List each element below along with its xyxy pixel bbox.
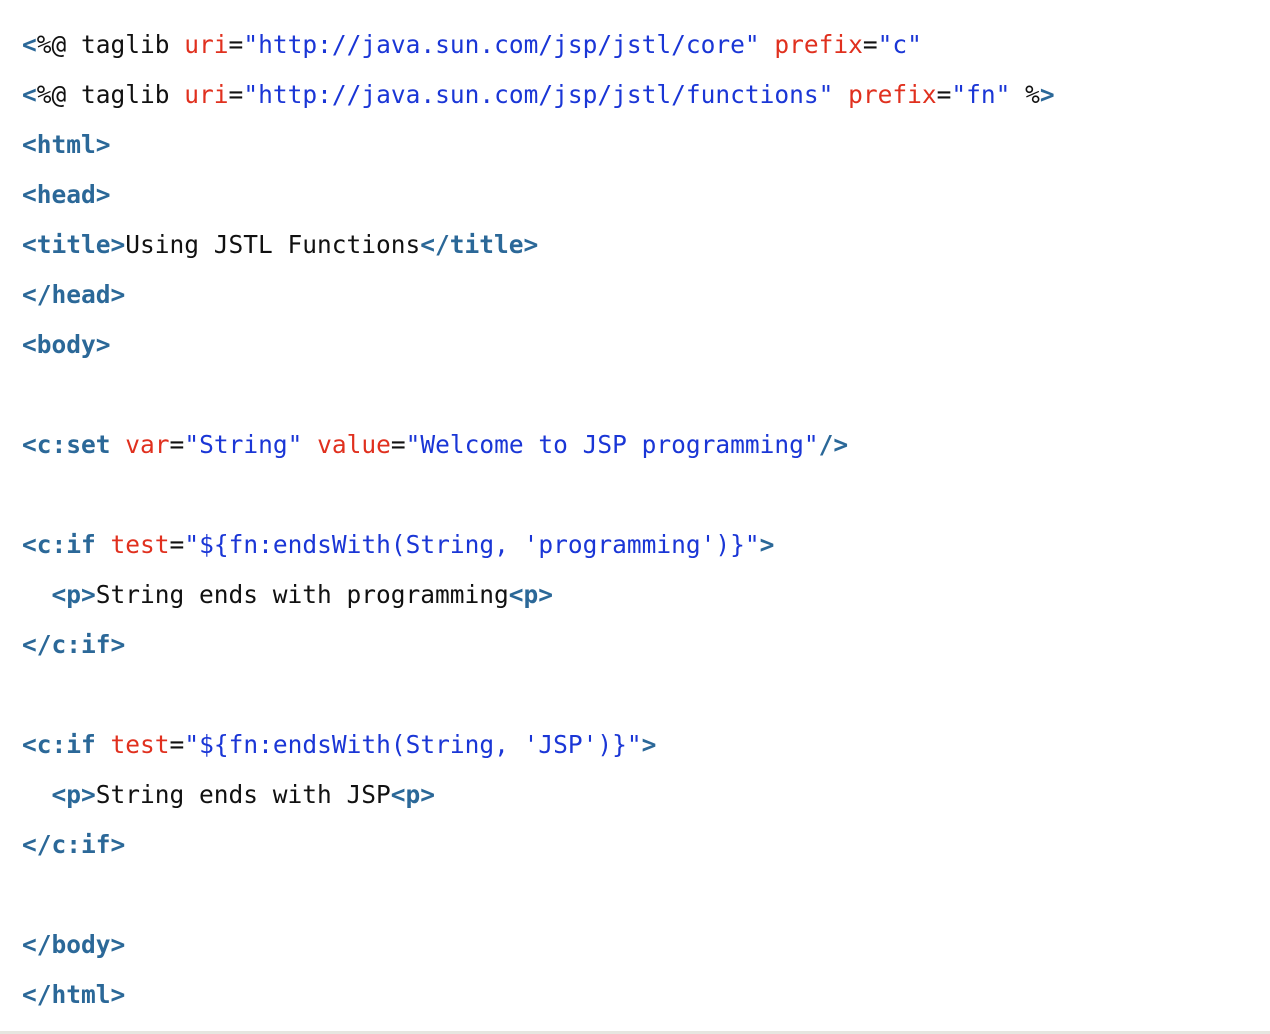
code-line: <html> [22,120,1055,170]
code-text-token: String ends with JSP [95,780,391,809]
code-text-token: = [169,430,185,459]
code-text-token: = [169,730,185,759]
code-text-token: Using JSTL Functions [125,230,421,259]
code-line: <c:if test="${fn:endsWith(String, 'progr… [22,520,1055,570]
code-line: </body> [22,920,1055,970]
code-line: </html> [22,970,1055,1020]
code-text-token: String ends with programming [95,580,509,609]
code-string-token: "String" [184,430,303,459]
code-line: <%@ taglib uri="http://java.sun.com/jsp/… [22,20,1055,70]
code-string-token: "fn" [951,80,1011,109]
code-attribute-token: var [125,430,170,459]
code-line: <%@ taglib uri="http://java.sun.com/jsp/… [22,70,1055,120]
code-tag-token: < [22,80,37,109]
code-tag-token: </head> [22,280,126,309]
code-tag-token: <c:set [22,430,111,459]
code-tag-token: > [759,530,775,559]
code-string-token: "${fn:endsWith(String, 'programming')}" [184,530,760,559]
code-attribute-token: uri [184,30,229,59]
code-attribute-token: uri [184,80,229,109]
code-attribute-token: test [110,730,170,759]
code-line: </c:if> [22,620,1055,670]
code-tag-token: <p> [390,780,436,809]
code-text-token: = [936,80,952,109]
code-text-token: = [228,30,244,59]
code-tag-token: <p> [51,780,96,809]
code-tag-token: <p> [508,580,554,609]
code-text-token: = [390,430,406,459]
code-line: <c:if test="${fn:endsWith(String, 'JSP')… [22,720,1055,770]
code-line: <p>String ends with JSP<p> [22,770,1055,820]
code-string-token: "http://java.sun.com/jsp/jstl/functions" [243,80,834,109]
code-text-token: = [169,530,185,559]
code-tag-token: /> [818,430,849,459]
code-tag-token: </body> [22,930,126,959]
code-text-token: = [228,80,244,109]
code-string-token: "${fn:endsWith(String, 'JSP')}" [184,730,642,759]
code-line: <head> [22,170,1055,220]
code-text-token: % [1010,80,1040,109]
code-text-token: %@ taglib [36,30,185,59]
code-tag-token: <c:if [22,730,96,759]
code-line: <p>String ends with programming<p> [22,570,1055,620]
code-tag-token: > [641,730,657,759]
code-tag-token: < [22,30,37,59]
code-attribute-token: prefix [774,30,863,59]
code-attribute-token: prefix [848,80,937,109]
code-tag-token: </title> [420,230,539,259]
code-line: <c:set var="String" value="Welcome to JS… [22,420,1055,470]
code-string-token: "Welcome to JSP programming" [405,430,819,459]
code-text-token: %@ taglib [36,80,185,109]
code-tag-token: <c:if [22,530,96,559]
code-block: <%@ taglib uri="http://java.sun.com/jsp/… [22,20,1055,1020]
code-string-token: "c" [877,30,922,59]
code-line: <body> [22,320,1055,370]
code-tag-token: </html> [22,980,126,1009]
code-tag-token: > [1039,80,1055,109]
code-attribute-token: value [317,430,391,459]
code-line: </c:if> [22,820,1055,870]
code-tag-token: <html> [22,130,111,159]
code-line: </head> [22,270,1055,320]
code-line: <title>Using JSTL Functions</title> [22,220,1055,270]
code-tag-token: <p> [51,580,96,609]
code-attribute-token: test [110,530,170,559]
code-tag-token: <body> [22,330,111,359]
code-tag-token: <head> [22,180,111,209]
code-tag-token: </c:if> [22,830,126,859]
code-tag-token: </c:if> [22,630,126,659]
code-text-token: = [862,30,878,59]
code-tag-token: <title> [22,230,126,259]
code-string-token: "http://java.sun.com/jsp/jstl/core" [243,30,760,59]
